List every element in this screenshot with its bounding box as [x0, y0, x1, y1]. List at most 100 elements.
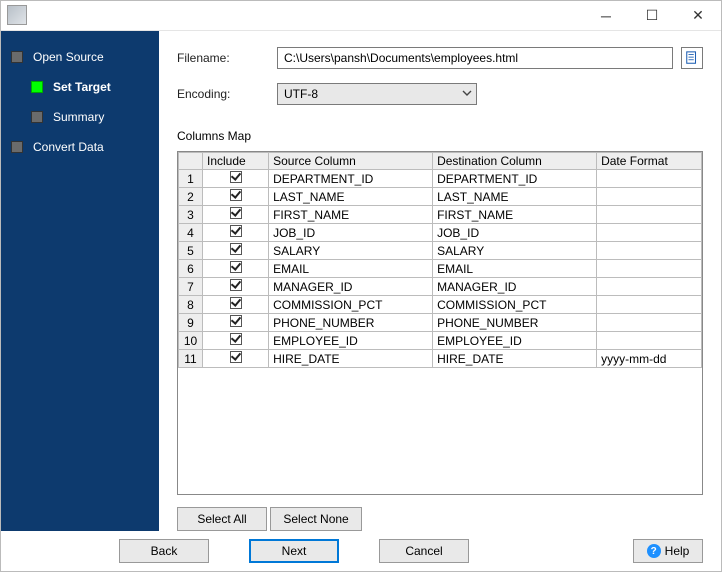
- table-row[interactable]: 11HIRE_DATEHIRE_DATEyyyy-mm-dd: [179, 350, 702, 368]
- source-cell[interactable]: EMPLOYEE_ID: [269, 332, 433, 350]
- row-number: 11: [179, 350, 203, 368]
- source-cell[interactable]: DEPARTMENT_ID: [269, 170, 433, 188]
- selection-buttons: Select All Select None: [177, 507, 703, 531]
- checkbox-icon[interactable]: [230, 207, 242, 219]
- dest-cell[interactable]: LAST_NAME: [433, 188, 597, 206]
- dest-cell[interactable]: FIRST_NAME: [433, 206, 597, 224]
- filename-input[interactable]: [277, 47, 673, 69]
- next-button[interactable]: Next: [249, 539, 339, 563]
- include-cell[interactable]: [203, 332, 269, 350]
- datefmt-cell[interactable]: [597, 170, 702, 188]
- dest-cell[interactable]: COMMISSION_PCT: [433, 296, 597, 314]
- nav-open-source[interactable]: Open Source: [11, 43, 159, 71]
- maximize-button[interactable]: ☐: [629, 1, 675, 31]
- main-panel: Filename: Encoding: UTF-8 Columns Map: [159, 31, 721, 531]
- row-number: 9: [179, 314, 203, 332]
- include-cell[interactable]: [203, 314, 269, 332]
- encoding-label: Encoding:: [177, 87, 277, 101]
- include-cell[interactable]: [203, 206, 269, 224]
- encoding-combo[interactable]: UTF-8: [277, 83, 477, 105]
- select-all-button[interactable]: Select All: [177, 507, 267, 531]
- datefmt-cell[interactable]: [597, 206, 702, 224]
- source-cell[interactable]: MANAGER_ID: [269, 278, 433, 296]
- source-cell[interactable]: SALARY: [269, 242, 433, 260]
- source-cell[interactable]: HIRE_DATE: [269, 350, 433, 368]
- source-cell[interactable]: JOB_ID: [269, 224, 433, 242]
- source-cell[interactable]: EMAIL: [269, 260, 433, 278]
- include-cell[interactable]: [203, 170, 269, 188]
- row-number: 5: [179, 242, 203, 260]
- col-dest[interactable]: Destination Column: [433, 153, 597, 170]
- table-row[interactable]: 9 PHONE_NUMBERPHONE_NUMBER: [179, 314, 702, 332]
- source-cell[interactable]: PHONE_NUMBER: [269, 314, 433, 332]
- include-cell[interactable]: [203, 260, 269, 278]
- source-cell[interactable]: LAST_NAME: [269, 188, 433, 206]
- dest-cell[interactable]: JOB_ID: [433, 224, 597, 242]
- col-datefmt[interactable]: Date Format: [597, 153, 702, 170]
- include-cell[interactable]: [203, 350, 269, 368]
- table-row[interactable]: 10EMPLOYEE_IDEMPLOYEE_ID: [179, 332, 702, 350]
- table-row[interactable]: 7MANAGER_IDMANAGER_ID: [179, 278, 702, 296]
- row-number: 4: [179, 224, 203, 242]
- browse-button[interactable]: [681, 47, 703, 69]
- nav-label: Convert Data: [33, 140, 104, 154]
- dest-cell[interactable]: EMAIL: [433, 260, 597, 278]
- datefmt-cell[interactable]: [597, 242, 702, 260]
- row-number: 2: [179, 188, 203, 206]
- back-button[interactable]: Back: [119, 539, 209, 563]
- nav-label: Open Source: [33, 50, 104, 64]
- checkbox-icon[interactable]: [230, 315, 242, 327]
- checkbox-icon[interactable]: [230, 333, 242, 345]
- datefmt-cell[interactable]: [597, 314, 702, 332]
- table-row[interactable]: 2 LAST_NAMELAST_NAME: [179, 188, 702, 206]
- datefmt-cell[interactable]: [597, 260, 702, 278]
- datefmt-cell[interactable]: [597, 188, 702, 206]
- include-cell[interactable]: [203, 296, 269, 314]
- datefmt-cell[interactable]: [597, 296, 702, 314]
- checkbox-icon[interactable]: [230, 243, 242, 255]
- include-cell[interactable]: [203, 224, 269, 242]
- include-cell[interactable]: [203, 188, 269, 206]
- dest-cell[interactable]: DEPARTMENT_ID: [433, 170, 597, 188]
- datefmt-cell[interactable]: yyyy-mm-dd: [597, 350, 702, 368]
- dest-cell[interactable]: PHONE_NUMBER: [433, 314, 597, 332]
- nav-set-target[interactable]: Set Target: [31, 73, 159, 101]
- nav-convert-data[interactable]: Convert Data: [11, 133, 159, 161]
- checkbox-icon[interactable]: [230, 261, 242, 273]
- minimize-button[interactable]: ─: [583, 1, 629, 31]
- col-source[interactable]: Source Column: [269, 153, 433, 170]
- datefmt-cell[interactable]: [597, 224, 702, 242]
- checkbox-icon[interactable]: [230, 279, 242, 291]
- dest-cell[interactable]: SALARY: [433, 242, 597, 260]
- help-label: Help: [665, 544, 690, 558]
- table-row[interactable]: 6EMAILEMAIL: [179, 260, 702, 278]
- columns-grid[interactable]: Include Source Column Destination Column…: [177, 151, 703, 495]
- cancel-button[interactable]: Cancel: [379, 539, 469, 563]
- table-row[interactable]: 1DEPARTMENT_IDDEPARTMENT_ID: [179, 170, 702, 188]
- col-include[interactable]: Include: [203, 153, 269, 170]
- include-cell[interactable]: [203, 278, 269, 296]
- help-button[interactable]: ? Help: [633, 539, 703, 563]
- checkbox-icon[interactable]: [230, 225, 242, 237]
- source-cell[interactable]: COMMISSION_PCT: [269, 296, 433, 314]
- dest-cell[interactable]: HIRE_DATE: [433, 350, 597, 368]
- table-row[interactable]: 4 JOB_IDJOB_ID: [179, 224, 702, 242]
- nav-label: Summary: [53, 110, 104, 124]
- checkbox-icon[interactable]: [230, 189, 242, 201]
- table-row[interactable]: 5 SALARYSALARY: [179, 242, 702, 260]
- dest-cell[interactable]: MANAGER_ID: [433, 278, 597, 296]
- dest-cell[interactable]: EMPLOYEE_ID: [433, 332, 597, 350]
- checkbox-icon[interactable]: [230, 351, 242, 363]
- source-cell[interactable]: FIRST_NAME: [269, 206, 433, 224]
- close-button[interactable]: ✕: [675, 1, 721, 31]
- nav-label: Set Target: [53, 80, 111, 94]
- table-row[interactable]: 3FIRST_NAMEFIRST_NAME: [179, 206, 702, 224]
- nav-summary[interactable]: Summary: [31, 103, 159, 131]
- checkbox-icon[interactable]: [230, 297, 242, 309]
- checkbox-icon[interactable]: [230, 171, 242, 183]
- table-row[interactable]: 8COMMISSION_PCTCOMMISSION_PCT: [179, 296, 702, 314]
- datefmt-cell[interactable]: [597, 332, 702, 350]
- select-none-button[interactable]: Select None: [270, 507, 361, 531]
- include-cell[interactable]: [203, 242, 269, 260]
- datefmt-cell[interactable]: [597, 278, 702, 296]
